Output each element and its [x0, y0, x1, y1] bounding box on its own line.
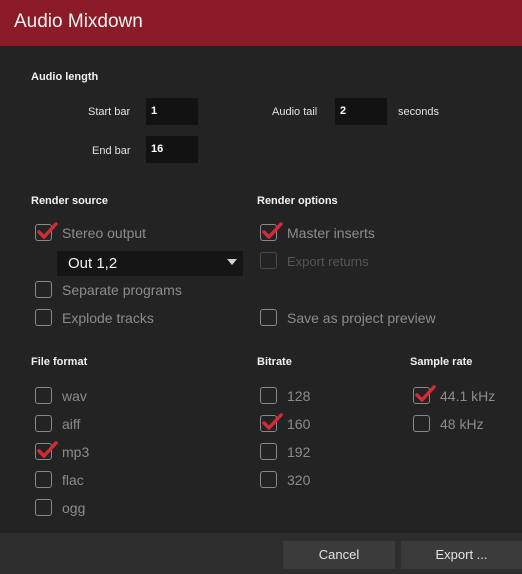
chevron-down-icon [227, 259, 237, 265]
format-wav-checkbox[interactable] [35, 387, 52, 404]
bitrate-heading: Bitrate [257, 356, 292, 368]
audio-tail-label: Audio tail [272, 106, 318, 118]
master-inserts-label: Master inserts [287, 225, 375, 241]
sample-rate-44-checkbox[interactable] [413, 385, 436, 404]
separate-programs-label: Separate programs [62, 282, 182, 298]
export-button[interactable]: Export ... [401, 541, 522, 569]
dialog-footer: Cancel Export ... [0, 533, 522, 574]
explode-tracks-label: Explode tracks [62, 310, 154, 326]
separate-programs-checkbox[interactable] [35, 281, 52, 298]
bitrate-128-label: 128 [287, 388, 311, 404]
check-mark-icon [37, 441, 58, 458]
render-source-heading: Render source [31, 195, 109, 207]
check-mark-icon [415, 385, 436, 402]
format-ogg-checkbox[interactable] [35, 499, 52, 516]
save-preview-checkbox[interactable] [260, 309, 277, 326]
format-aiff-checkbox[interactable] [35, 415, 52, 432]
format-wav-label: wav [62, 388, 87, 404]
format-aiff-label: aiff [62, 416, 81, 432]
save-preview-label: Save as project preview [287, 310, 436, 326]
format-flac-label: flac [62, 472, 84, 488]
check-mark-icon [262, 413, 283, 430]
audio-tail-field[interactable]: 2 [335, 98, 387, 125]
cancel-button[interactable]: Cancel [283, 541, 395, 569]
bitrate-160-label: 160 [287, 416, 311, 432]
check-mark-icon [262, 222, 283, 239]
format-mp3-checkbox[interactable] [35, 441, 58, 460]
stereo-output-checkbox[interactable] [35, 222, 58, 241]
render-options-heading: Render options [257, 195, 338, 207]
check-mark-icon [37, 222, 58, 239]
file-format-heading: File format [31, 356, 88, 368]
seconds-label: seconds [398, 106, 439, 118]
audio-length-heading: Audio length [31, 71, 99, 83]
sample-rate-48-label: 48 kHz [440, 416, 484, 432]
explode-tracks-checkbox[interactable] [35, 309, 52, 326]
dialog-title: Audio Mixdown [14, 11, 143, 32]
bitrate-128-checkbox[interactable] [260, 387, 277, 404]
start-bar-label: Start bar [88, 106, 131, 118]
export-returns-checkbox[interactable] [260, 252, 277, 269]
start-bar-field[interactable]: 1 [146, 98, 198, 125]
output-select[interactable]: Out 1,2 [57, 251, 243, 276]
master-inserts-checkbox[interactable] [260, 222, 283, 241]
format-flac-checkbox[interactable] [35, 471, 52, 488]
sample-rate-heading: Sample rate [410, 356, 473, 368]
bitrate-320-checkbox[interactable] [260, 471, 277, 488]
bitrate-192-label: 192 [287, 444, 311, 460]
sample-rate-48-checkbox[interactable] [413, 415, 430, 432]
bitrate-320-label: 320 [287, 472, 311, 488]
export-returns-label: Export returns [287, 254, 369, 269]
audio-mixdown-dialog: Audio Mixdown Audio length Start bar 1 E… [0, 0, 522, 574]
bitrate-160-checkbox[interactable] [260, 413, 283, 432]
format-mp3-label: mp3 [62, 444, 90, 460]
end-bar-label: End bar [92, 145, 131, 157]
end-bar-field[interactable]: 16 [146, 136, 198, 163]
title-bar: Audio Mixdown [0, 0, 522, 46]
format-ogg-label: ogg [62, 500, 86, 516]
output-select-value: Out 1,2 [68, 255, 118, 272]
bitrate-192-checkbox[interactable] [260, 443, 277, 460]
stereo-output-label: Stereo output [62, 225, 147, 241]
sample-rate-44-label: 44.1 kHz [440, 388, 496, 404]
